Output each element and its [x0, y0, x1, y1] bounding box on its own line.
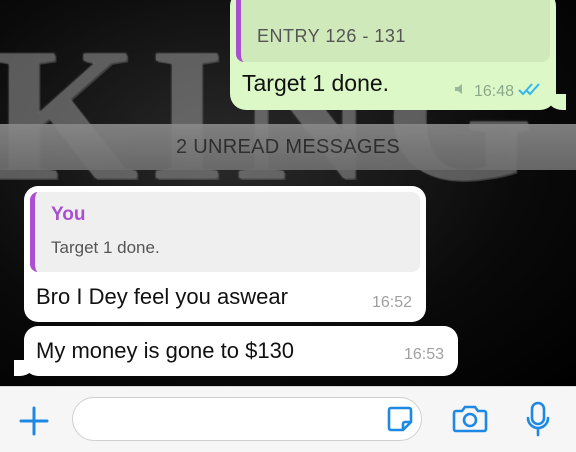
- message-text: My money is gone to $130: [36, 338, 295, 363]
- quoted-message[interactable]: ENTRY 126 - 131: [236, 0, 550, 62]
- quoted-message-text: Target 1 done.: [51, 238, 160, 257]
- message-time: 16:48: [473, 82, 514, 100]
- quoted-author: You: [51, 204, 86, 225]
- message-input-bar: [0, 386, 576, 452]
- sticker-icon[interactable]: [386, 405, 414, 433]
- microphone-icon[interactable]: [526, 401, 550, 437]
- speaker-icon: [454, 82, 470, 101]
- incoming-message-bubble[interactable]: You Target 1 done. Bro I Dey feel you as…: [24, 186, 426, 322]
- camera-icon[interactable]: [452, 404, 488, 434]
- message-text: Bro I Dey feel you aswear: [36, 284, 288, 309]
- outgoing-message-bubble[interactable]: ENTRY 126 - 131 Target 1 done. 16:48: [230, 0, 566, 110]
- double-check-icon: [518, 82, 542, 101]
- chat-background: KING ENTRY 126 - 131 Target 1 done. 16:4…: [0, 0, 576, 386]
- message-text: Target 1 done.: [242, 70, 390, 96]
- message-time: 16:52: [371, 294, 412, 311]
- bubble-tail: [14, 360, 36, 376]
- message-input[interactable]: [72, 397, 422, 441]
- plus-icon[interactable]: [18, 405, 50, 437]
- message-meta: 16:48: [454, 82, 542, 101]
- quoted-message-text: ENTRY 126 - 131: [257, 26, 406, 46]
- quoted-message[interactable]: You Target 1 done.: [30, 192, 420, 272]
- incoming-message-bubble[interactable]: My money is gone to $130 16:53: [14, 326, 458, 376]
- unread-messages-banner: 2 UNREAD MESSAGES: [0, 124, 576, 170]
- unread-banner-text: 2 UNREAD MESSAGES: [175, 135, 401, 158]
- message-time: 16:53: [403, 346, 444, 363]
